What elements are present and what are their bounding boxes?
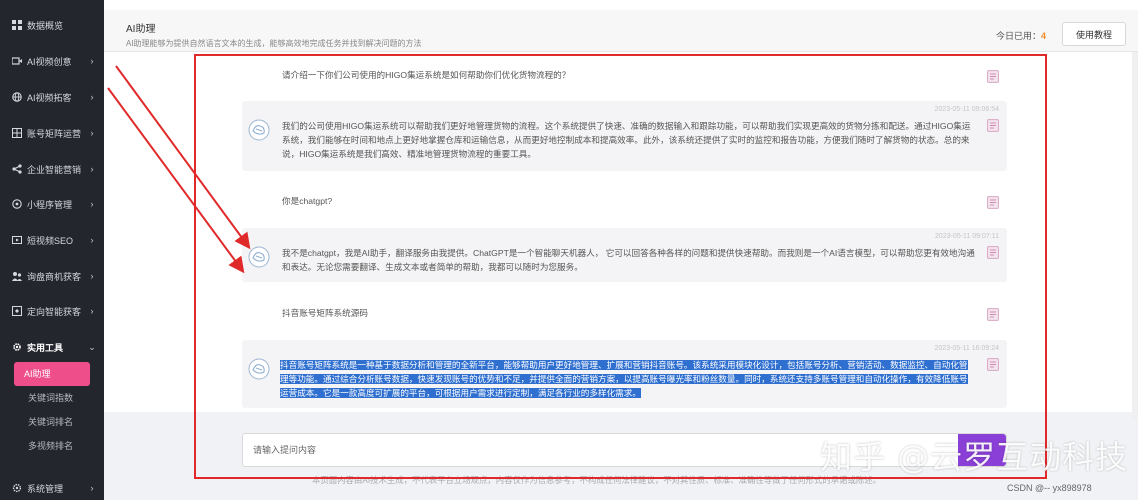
seo-icon [12,235,22,245]
sidebar-item-label: AI视频创意 [27,56,72,67]
chevron-down-icon: ⌄ [88,341,96,352]
grid-icon [12,128,22,138]
question-text: 你是chatgpt? [282,196,333,206]
video-icon [12,56,22,66]
page-header: AI助理 AI助理能够为提供自然语言文本的生成，能够高效地完成任务并找到解决问题… [104,10,1138,52]
message-timestamp: 2023-05-11 09:06:54 [934,106,999,113]
sidebar-item-label: 数据概览 [27,20,64,31]
tutorial-button[interactable]: 使用教程 [1062,22,1126,46]
chat-question: 请介绍一下你们公司使用的HIGO集运系统是如何帮助你们优化货物流程的？ [242,64,1007,88]
ai-avatar-icon [248,358,270,380]
sidebar-item-label: AI视频拓客 [27,92,72,103]
sidebar-item-ai-video-acquire[interactable]: AI视频拓客 › [0,85,104,109]
sidebar-item-label: 企业智能营销 [27,164,82,175]
chevron-right-icon: › [90,164,94,174]
chevron-right-icon: › [90,128,94,138]
share-icon [12,164,22,174]
question-text: 请介绍一下你们公司使用的HIGO集运系统是如何帮助你们优化货物流程的？ [282,70,571,80]
sidebar-item-ai-video-creative[interactable]: AI视频创意 › [0,49,104,73]
utilities-submenu: AI助理 关键词指数 关键词排名 多视频排名 [14,362,90,458]
settings-icon [12,483,22,493]
copy-icon[interactable] [987,119,999,132]
submenu-keyword-index[interactable]: 关键词指数 [14,386,90,410]
inquiry-icon [12,271,22,281]
chevron-right-icon: › [90,56,94,66]
ai-avatar-icon [248,246,270,268]
chevron-right-icon: › [90,271,94,281]
message-timestamp: 2023-05-11 16:09:24 [934,345,999,352]
question-text: 抖音账号矩阵系统源码 [282,308,368,318]
ai-avatar-icon [248,119,270,141]
sidebar-item-dashboard[interactable]: 数据概览 [0,13,104,37]
answer-text: 我们的公司使用HIGO集运系统可以帮助我们更好地管理货物的流程。这个系统提供了快… [282,121,971,159]
chat-question: 你是chatgpt? [242,190,1007,214]
page-subtitle: AI助理能够为提供自然语言文本的生成，能够高效地完成任务并找到解决问题的方法 [126,39,422,48]
chat-question: 抖音账号矩阵系统源码 [242,302,1007,326]
page-title: AI助理 [126,24,156,35]
usage-counter: 今日已用：4 [996,29,1046,42]
chevron-right-icon: › [90,235,94,245]
globe-icon [12,92,22,102]
usage-count: 4 [1040,31,1046,41]
disclaimer-text: 本页面内容由AI技术生成，不代表平台立场观点，内容仅作为信息参考，不构成任何法律… [312,475,882,485]
chevron-right-icon: › [90,306,94,316]
chevron-right-icon: › [90,483,94,493]
sidebar-item-label: 小程序管理 [27,199,73,210]
sidebar-item-label: 系统管理 [27,483,64,494]
message-timestamp: 2023-05-11 09:07:11 [935,233,999,240]
sidebar-item-label: 短视频SEO [27,235,74,246]
selected-text: 抖音账号矩阵系统是一种基于数据分析和管理的全新平台，能够帮助用户更好地管理、扩展… [280,360,968,398]
submenu-ai-assistant[interactable]: AI助理 [14,362,90,386]
answer-text: 我不是chatgpt，我是AI助手，翻译服务由我提供。ChatGPT是一个智能聊… [282,248,975,272]
sidebar-item-enterprise-marketing[interactable]: 企业智能营销 › [0,157,104,181]
copy-icon[interactable] [987,196,999,209]
answer-text-selected[interactable]: 抖音账号矩阵系统是一种基于数据分析和管理的全新平台，能够帮助用户更好地管理、扩展… [280,358,975,400]
sidebar-item-label: 定向智能获客 [27,306,82,317]
copy-icon[interactable] [987,70,999,83]
copy-icon[interactable] [987,246,999,259]
top-bar [104,0,1138,10]
target-icon [12,306,22,316]
sidebar-item-label: 账号矩阵运营 [27,128,82,139]
miniapp-icon [12,199,22,209]
chat-answer: 2023-05-11 09:07:11 我不是chatgpt，我是AI助手，翻译… [242,228,1007,282]
submenu-multi-video-rank[interactable]: 多视频排名 [14,434,90,458]
watermark: 知乎 @云罗互动科技 [820,438,1129,476]
sidebar-item-label: 实用工具 [27,342,64,353]
sidebar-item-account-matrix[interactable]: 账号矩阵运营 › [0,121,104,145]
sidebar-item-utilities[interactable]: 实用工具 ⌄ [0,335,104,359]
sidebar-item-label: 询盘商机获客 [27,271,82,282]
sidebar-item-system-management[interactable]: 系统管理 › [0,476,104,500]
chevron-right-icon: › [90,199,94,209]
chat-answer: 2023-05-11 09:06:54 我们的公司使用HIGO集运系统可以帮助我… [242,101,1007,171]
usage-label: 今日已用： [995,31,1041,41]
sidebar-item-inquiry[interactable]: 询盘商机获客 › [0,264,104,288]
csdn-watermark: CSDN @-- yx898978 [1007,483,1092,493]
dashboard-icon [12,20,22,30]
chevron-right-icon: › [90,92,94,102]
sidebar-item-miniapp[interactable]: 小程序管理 › [0,192,104,216]
copy-icon[interactable] [987,308,999,321]
sidebar-item-short-video-seo[interactable]: 短视频SEO › [0,228,104,252]
scrollbar[interactable] [1132,52,1138,420]
chat-answer: 2023-05-11 16:09:24 抖音账号矩阵系统是一种基于数据分析和管理… [242,340,1007,408]
sidebar: 数据概览 AI视频创意 › AI视频拓客 › 账号矩阵运营 › 企业智能营销 ›… [0,0,104,500]
copy-icon[interactable] [987,358,999,371]
sidebar-item-targeted-acquire[interactable]: 定向智能获客 › [0,299,104,323]
gear-icon [12,342,22,352]
submenu-keyword-rank[interactable]: 关键词排名 [14,410,90,434]
